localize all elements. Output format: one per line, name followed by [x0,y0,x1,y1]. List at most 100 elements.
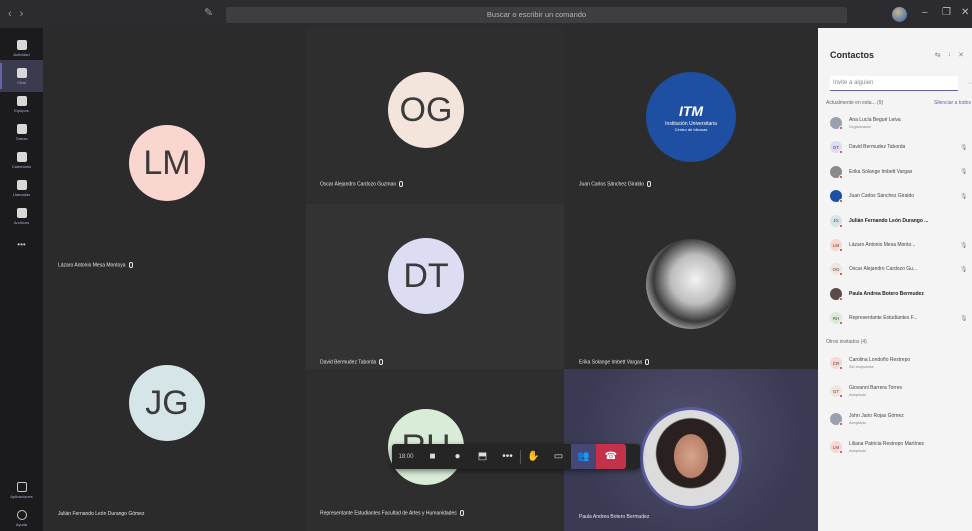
participant-row[interactable]: JG Julián Fernando León Durango ... [830,214,970,228]
rail-help[interactable]: Ayuda [0,502,43,531]
restore-button[interactable]: ❐ [942,7,951,18]
participants-panel: Contactos ⇆ ↓ ✕ Invite a alguien ⋯ Actua… [818,28,972,531]
compose-icon[interactable]: ✎ [204,7,216,19]
participant-name: John Jairo Rojas Gómez [849,413,904,419]
avatar: JG [830,214,843,228]
avatar: OG [830,263,843,277]
participant-tile[interactable]: Erika Solange Imbett Vargas [564,204,818,369]
share-screen-icon[interactable]: ⬒ [470,444,495,469]
participant-status: Aceptado [849,420,866,425]
rail-label: Llamadas [12,191,31,197]
logo-text: ITM [678,102,704,119]
section-in-meeting[interactable]: Actualmente en esta... (9) Silenciar a t… [826,100,971,106]
mic-icon [128,262,133,268]
bell-icon [16,39,27,50]
profile-photo [646,239,736,329]
files-icon [16,207,27,218]
close-panel-icon[interactable]: ✕ [958,51,964,59]
panel-tools: ⇆ ↓ ✕ [935,51,964,59]
section-label: Actualmente en esta... (9) [826,100,884,106]
participant-tile[interactable]: LM Lázaro Antonio Mesa Montoya [43,28,306,283]
avatar: CR [830,357,843,370]
avatar [830,287,843,301]
rail-label: Chat [17,79,26,85]
rail-label: Equipos [14,107,29,113]
camera-icon[interactable]: ■ [420,444,445,469]
participant-name: Oscar Alejandro Cardozo Guzman [320,181,404,187]
mic-icon [647,181,652,187]
participant-name: Representante Estudiantes F... [849,315,918,322]
rail-label: Ayuda [15,521,28,527]
mic-muted-icon[interactable]: 🎙 [960,242,968,249]
avatar: GT [830,385,843,398]
presence-dot [839,126,843,130]
participant-name: Ana Lucía Begué Leiva [849,117,901,123]
participant-row[interactable]: LM Lázaro Antonio Mesa Monto... 🎙 [830,238,970,252]
chat-toggle-icon[interactable]: ▭ [546,444,571,469]
participant-row[interactable]: OG Oscar Alejandro Cardozo Gu... 🎙 [830,262,970,277]
participant-row[interactable]: Ana Lucía Begué Leiva Organizador [830,116,970,130]
phone-icon [16,179,27,190]
participant-row[interactable]: GT Giovanni Barrera Torres Aceptado [830,384,970,398]
participant-status: Organizador [849,124,872,129]
presence-dot [839,248,843,252]
close-button[interactable]: ✕ [961,7,969,18]
back-icon[interactable]: ‹ [8,8,12,20]
presence-dot [839,394,843,398]
mic-muted-icon[interactable]: 🎙 [960,193,968,200]
mic-toggle-icon[interactable]: ● [445,444,470,469]
more-actions-button[interactable]: ••• [495,444,520,469]
participant-tile[interactable]: DT David Bermudez Taborda [306,204,564,369]
participant-row[interactable]: Paula Andrea Botero Bermudez [830,287,970,301]
participant-row[interactable]: Juan Carlos Sánchez Giraldo 🎙 [830,189,970,204]
panel-title: Contactos [830,50,875,60]
participant-name: Julián Fernando León Durango ... [849,217,929,224]
logo-subtext: Centro de Idiomas [674,126,708,132]
participant-status: Sin respuesta [849,364,874,369]
rail-label: Archivos [13,219,30,225]
avatar: LM [830,441,843,454]
user-avatar[interactable] [892,7,907,22]
mic-muted-icon[interactable]: 🎙 [960,315,968,322]
participant-name: David Bermudez Taborda [320,359,384,365]
forward-icon[interactable]: › [20,8,24,20]
participants-icon[interactable]: 👥 [571,444,596,469]
invite-options-icon[interactable]: ⋯ [968,80,972,87]
participant-tile[interactable]: JG Julián Fernando León Durango Gómez [43,283,306,531]
participant-row[interactable]: LM Liliana Patricia Restrepo Martínez Acep… [830,440,970,454]
raise-hand-icon[interactable]: ✋ [521,444,546,469]
avatar: DT [830,141,843,155]
participant-row[interactable]: Erika Solange Imbett Vargas 🎙 [830,165,970,179]
mic-muted-icon[interactable]: 🎙 [960,168,968,175]
mic-muted-icon[interactable]: 🎙 [960,144,968,151]
hang-up-button[interactable]: ☎ [596,444,626,469]
help-icon [16,509,27,520]
section-others[interactable]: Otros invitados (4) [826,339,867,345]
avatar: JG [129,365,205,441]
participant-row[interactable]: John Jairo Rojas Gómez Aceptado [830,412,970,426]
presence-dot [839,174,843,179]
participant-row[interactable]: DT David Bermudez Taborda 🎙 [830,140,970,155]
minimize-button[interactable]: – [922,7,928,18]
rail-label: Calendario [11,163,32,169]
invite-input[interactable]: Invite a alguien [830,76,958,91]
mute-all-link[interactable]: Silenciar a todos [934,100,971,106]
presence-dot [839,366,843,370]
participant-row[interactable]: RH Representante Estudiantes F... 🎙 [830,311,970,326]
mic-muted-icon[interactable]: 🎙 [960,266,968,273]
participant-name: Paula Andrea Botero Bermudez [579,514,650,520]
participant-row[interactable]: CR Carolina Londoño Restrepo Sin respuesta [830,356,970,370]
presence-dot [839,199,843,204]
search-input[interactable]: Buscar o escribir un comando [226,7,847,23]
participant-tile[interactable]: OG Oscar Alejandro Cardozo Guzman [306,28,564,204]
participant-tile[interactable]: ITM Institución Universitaria Centro de … [564,28,818,204]
participant-name: Juan Carlos Sánchez Giraldo [579,181,652,187]
title-bar: ‹ › ✎ Buscar o escribir un comando – ❐ ✕ [0,0,972,28]
share-invite-icon[interactable]: ⇆ [935,51,941,59]
rail-label: Tareas [15,135,28,141]
call-timer: 18:00 [398,453,414,460]
rail-more[interactable]: ••• [0,228,43,260]
rail-label: Aplicaciones [10,493,33,499]
download-icon[interactable]: ↓ [948,51,952,59]
video-grid: LM Lázaro Antonio Mesa Montoya JG Julián… [43,28,818,531]
